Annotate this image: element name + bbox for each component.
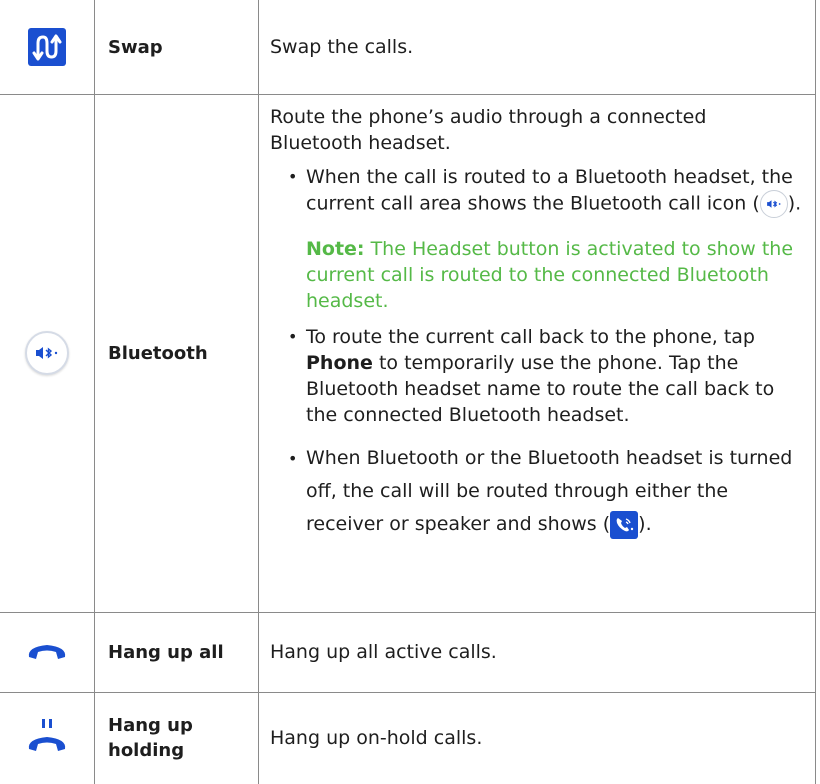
row-description: Route the phone’s audio through a connec… [258, 94, 815, 612]
bullet-dot: • [288, 167, 298, 186]
hang-up-holding-icon [28, 719, 66, 751]
description-text: Swap the calls. [270, 36, 414, 58]
feature-table: Swap Swap the calls. Bluetooth Route the… [0, 0, 820, 784]
bluetooth-icon-cell [0, 94, 94, 612]
note-body: The Headset button is activated to show … [306, 238, 794, 312]
bullet-text: To route the current call back to the ph… [306, 326, 755, 348]
list-item: • When the call is routed to a Bluetooth… [282, 164, 803, 218]
bullet-text: ). [638, 513, 652, 535]
bullet-text: ). [787, 192, 802, 215]
bullet-text: When the call is routed to a Bluetooth h… [306, 166, 793, 215]
hang-up-icon [28, 645, 66, 659]
bullet-text: to temporarily use the phone. Tap the Bl… [306, 352, 775, 426]
bluetooth-call-icon [759, 190, 788, 218]
note-label: Note: [306, 238, 365, 260]
bullet-dot: • [288, 327, 298, 346]
description-text: Hang up all active calls. [270, 641, 497, 663]
bullet-dot: • [288, 449, 298, 468]
intro-text: Route the phone’s audio through a connec… [270, 106, 707, 154]
swap-icon-cell [0, 0, 94, 94]
hang-up-holding-icon-cell [0, 692, 94, 784]
note-text: Note: The Headset button is activated to… [306, 236, 803, 314]
row-description: Hang up on-hold calls. [258, 692, 815, 784]
row-name: Hang up holding [108, 715, 193, 761]
swap-arrows-icon [28, 28, 66, 66]
description-text: Hang up on-hold calls. [270, 727, 483, 749]
hang-up-icon-cell [0, 612, 94, 692]
bold-term: Phone [306, 352, 373, 374]
handset-speaker-icon [610, 510, 639, 539]
row-name: Bluetooth [108, 342, 208, 364]
list-item: • When Bluetooth or the Bluetooth headse… [282, 442, 803, 541]
bluetooth-audio-icon [25, 331, 69, 375]
row-name: Hang up all [108, 641, 224, 663]
row-name: Swap [108, 36, 163, 58]
row-description: Swap the calls. [258, 0, 815, 94]
list-item: • To route the current call back to the … [282, 324, 803, 428]
table-right-border [815, 0, 816, 784]
bullet-text: When Bluetooth or the Bluetooth headset … [306, 447, 793, 535]
row-description: Hang up all active calls. [258, 612, 815, 692]
